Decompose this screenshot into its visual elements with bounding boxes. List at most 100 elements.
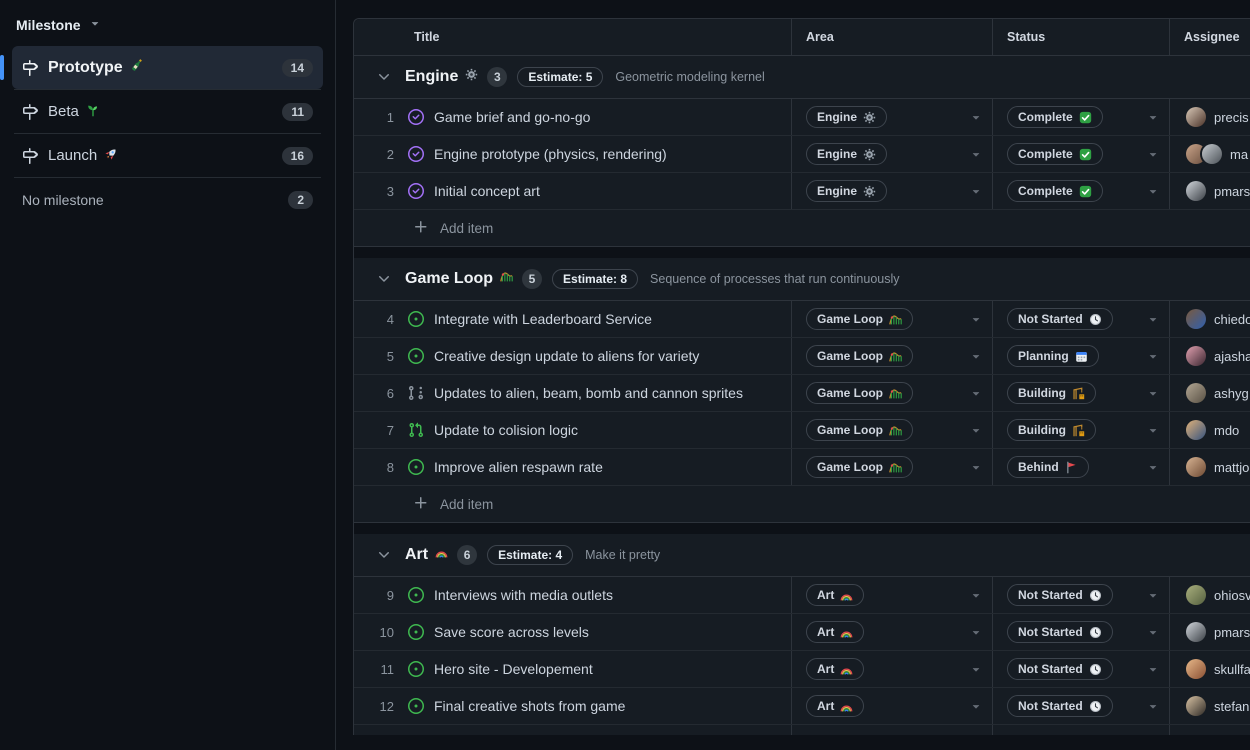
area-pill[interactable]: Game Loop bbox=[806, 382, 913, 404]
area-pill[interactable]: Engine bbox=[806, 143, 887, 165]
assignee-cell[interactable]: pmars bbox=[1170, 173, 1250, 209]
area-cell[interactable]: Art bbox=[792, 577, 993, 613]
assignee-cell[interactable]: ohiosv bbox=[1170, 577, 1250, 613]
sidebar-item-launch[interactable]: Launch 16 bbox=[12, 134, 323, 177]
status-pill[interactable]: Building bbox=[1007, 382, 1096, 404]
status-cell[interactable]: Not Started bbox=[993, 301, 1170, 337]
area-pill[interactable]: Art bbox=[806, 695, 864, 717]
avatar[interactable] bbox=[1186, 420, 1206, 440]
table-row[interactable]: 9 Interviews with media outlets Art Not … bbox=[354, 577, 1250, 614]
status-cell[interactable]: Not Started bbox=[993, 688, 1170, 724]
status-pill[interactable]: Complete bbox=[1007, 180, 1103, 202]
area-dropdown-icon[interactable] bbox=[969, 349, 983, 363]
status-pill[interactable]: Not Started bbox=[1007, 584, 1113, 606]
table-row[interactable]: 10 Save score across levels Art Not Star… bbox=[354, 614, 1250, 651]
item-title[interactable]: Engine prototype (physics, rendering) bbox=[434, 146, 667, 162]
item-title[interactable]: Hero site - Developement bbox=[434, 661, 593, 677]
area-pill[interactable]: Game Loop bbox=[806, 419, 913, 441]
status-dropdown-icon[interactable] bbox=[1146, 184, 1160, 198]
item-title[interactable]: Interviews with media outlets bbox=[434, 587, 613, 603]
add-item-button[interactable]: Add item bbox=[354, 486, 1250, 523]
avatar[interactable] bbox=[1186, 346, 1206, 366]
status-dropdown-icon[interactable] bbox=[1146, 588, 1160, 602]
item-title[interactable]: Save score across levels bbox=[434, 624, 589, 640]
area-pill[interactable]: Game Loop bbox=[806, 308, 913, 330]
area-cell[interactable]: Art bbox=[792, 688, 993, 724]
area-pill[interactable]: Art bbox=[806, 621, 864, 643]
add-item-button[interactable]: Add item bbox=[354, 210, 1250, 247]
area-cell[interactable]: Art bbox=[792, 651, 993, 687]
item-title[interactable]: Updates to alien, beam, bomb and cannon … bbox=[434, 385, 743, 401]
table-row[interactable]: 12 Final creative shots from game Art No… bbox=[354, 688, 1250, 725]
item-title[interactable]: Update to colision logic bbox=[434, 422, 578, 438]
avatar[interactable] bbox=[1202, 144, 1222, 164]
status-pill[interactable]: Planning bbox=[1007, 345, 1099, 367]
area-cell[interactable]: Art bbox=[792, 614, 993, 650]
table-row[interactable]: 11 Hero site - Developement Art Not Star… bbox=[354, 651, 1250, 688]
item-title[interactable]: Creative design update to aliens for var… bbox=[434, 348, 699, 364]
status-pill[interactable]: Complete bbox=[1007, 143, 1103, 165]
status-dropdown-icon[interactable] bbox=[1146, 699, 1160, 713]
column-header-assignee[interactable]: Assignee bbox=[1170, 19, 1250, 55]
table-row[interactable]: 3 Initial concept art Engine Complete pm… bbox=[354, 173, 1250, 210]
table-row[interactable]: 5 Creative design update to aliens for v… bbox=[354, 338, 1250, 375]
area-cell[interactable]: Engine bbox=[792, 136, 993, 172]
status-pill[interactable]: Building bbox=[1007, 419, 1096, 441]
avatar[interactable] bbox=[1186, 696, 1206, 716]
column-header-area[interactable]: Area bbox=[792, 19, 993, 55]
status-dropdown-icon[interactable] bbox=[1146, 312, 1160, 326]
status-pill[interactable]: Not Started bbox=[1007, 621, 1113, 643]
avatar[interactable] bbox=[1186, 181, 1206, 201]
area-cell[interactable]: Game Loop bbox=[792, 301, 993, 337]
avatar[interactable] bbox=[1186, 585, 1206, 605]
area-dropdown-icon[interactable] bbox=[969, 423, 983, 437]
area-dropdown-icon[interactable] bbox=[969, 386, 983, 400]
assignee-cell[interactable]: chiedo bbox=[1170, 301, 1250, 337]
status-dropdown-icon[interactable] bbox=[1146, 460, 1160, 474]
avatar[interactable] bbox=[1186, 383, 1206, 403]
area-dropdown-icon[interactable] bbox=[969, 699, 983, 713]
area-pill[interactable]: Art bbox=[806, 658, 864, 680]
status-cell[interactable]: Not Started bbox=[993, 614, 1170, 650]
avatar[interactable] bbox=[1186, 457, 1206, 477]
status-dropdown-icon[interactable] bbox=[1146, 110, 1160, 124]
assignee-cell[interactable]: pmars bbox=[1170, 614, 1250, 650]
area-dropdown-icon[interactable] bbox=[969, 625, 983, 639]
status-cell[interactable]: Complete bbox=[993, 99, 1170, 135]
sidebar-item-no-milestone[interactable]: No milestone 2 bbox=[12, 178, 323, 221]
area-pill[interactable]: Game Loop bbox=[806, 345, 913, 367]
assignee-cell[interactable]: ajasha bbox=[1170, 338, 1250, 374]
status-cell[interactable]: Complete bbox=[993, 173, 1170, 209]
assignee-cell[interactable]: skullfa bbox=[1170, 651, 1250, 687]
status-cell[interactable]: Not Started bbox=[993, 651, 1170, 687]
status-pill[interactable]: Not Started bbox=[1007, 308, 1113, 330]
status-dropdown-icon[interactable] bbox=[1146, 423, 1160, 437]
area-cell[interactable]: Game Loop bbox=[792, 375, 993, 411]
item-title[interactable]: Game brief and go-no-go bbox=[434, 109, 590, 125]
status-dropdown-icon[interactable] bbox=[1146, 625, 1160, 639]
area-pill[interactable]: Art bbox=[806, 584, 864, 606]
status-pill[interactable]: Complete bbox=[1007, 106, 1103, 128]
avatar[interactable] bbox=[1186, 659, 1206, 679]
column-header-title[interactable]: Title bbox=[354, 19, 792, 55]
area-cell[interactable]: Engine bbox=[792, 173, 993, 209]
area-pill[interactable]: Engine bbox=[806, 106, 887, 128]
status-pill[interactable]: Not Started bbox=[1007, 695, 1113, 717]
area-dropdown-icon[interactable] bbox=[969, 110, 983, 124]
assignee-cell[interactable]: mattjo bbox=[1170, 449, 1250, 485]
assignee-cell[interactable]: precis bbox=[1170, 99, 1250, 135]
assignee-cell[interactable]: ma bbox=[1170, 136, 1250, 172]
area-dropdown-icon[interactable] bbox=[969, 662, 983, 676]
assignee-cell[interactable]: mdo bbox=[1170, 412, 1250, 448]
item-title[interactable]: Initial concept art bbox=[434, 183, 540, 199]
area-cell[interactable]: Game Loop bbox=[792, 449, 993, 485]
table-row[interactable]: 4 Integrate with Leaderboard Service Gam… bbox=[354, 301, 1250, 338]
sidebar-item-prototype[interactable]: Prototype 14 bbox=[12, 46, 323, 89]
assignee-cell[interactable]: ashyg bbox=[1170, 375, 1250, 411]
item-title[interactable]: Integrate with Leaderboard Service bbox=[434, 311, 652, 327]
column-header-status[interactable]: Status bbox=[993, 19, 1170, 55]
chevron-down-icon[interactable] bbox=[376, 69, 392, 85]
status-cell[interactable]: Planning bbox=[993, 338, 1170, 374]
avatar[interactable] bbox=[1186, 622, 1206, 642]
area-cell[interactable]: Engine bbox=[792, 99, 993, 135]
